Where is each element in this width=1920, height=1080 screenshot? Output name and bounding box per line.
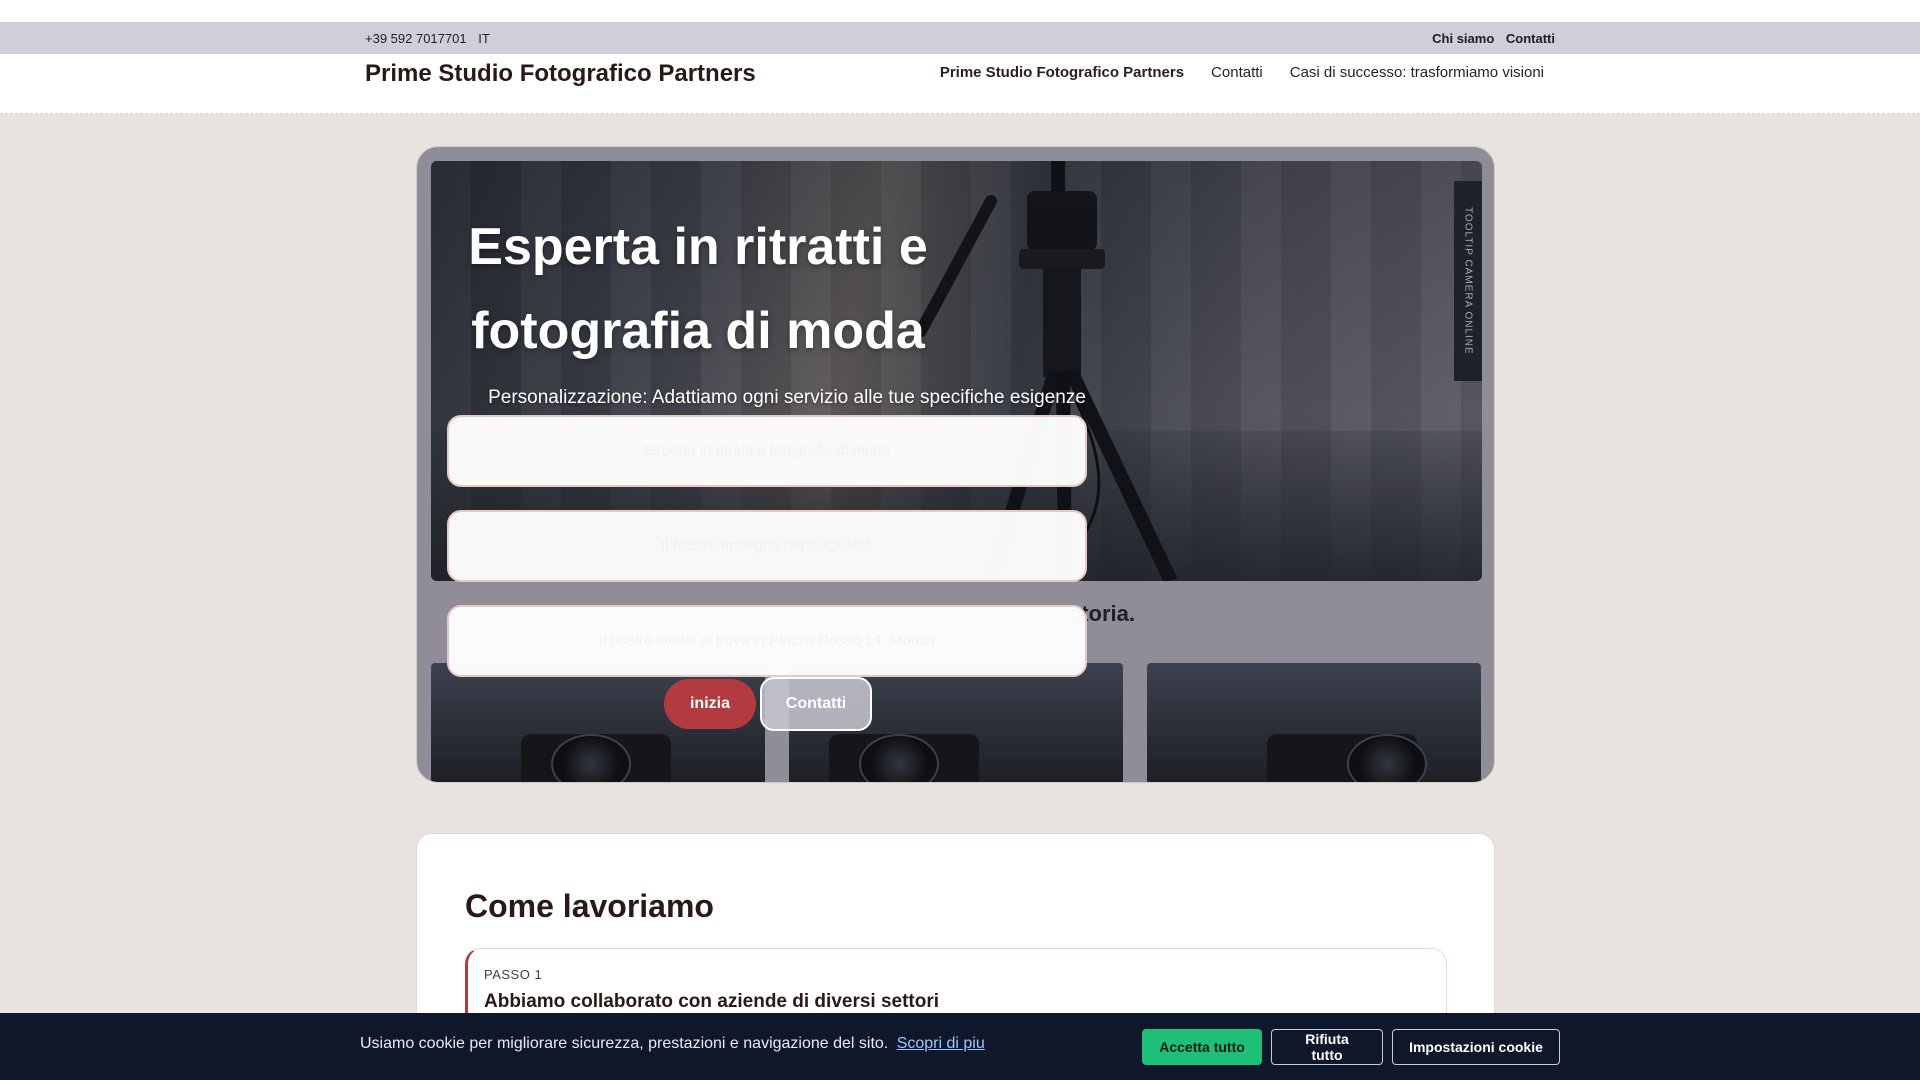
reject-all-button[interactable]: Rifiuta tutto bbox=[1271, 1029, 1383, 1065]
cookie-learn-more-link[interactable]: Scopri di piu bbox=[897, 1035, 985, 1052]
nav-item-casi-di-successo[interactable]: Casi di successo: trasformiamo visioni bbox=[1290, 64, 1544, 81]
top-link-contatti[interactable]: Contatti bbox=[1506, 31, 1555, 46]
step-title: Abbiamo collaborato con aziende di diver… bbox=[484, 991, 940, 1012]
top-bar-contact: +39 592 7017701 IT bbox=[365, 31, 498, 46]
site-header: Prime Studio Fotografico Partners Prime … bbox=[0, 54, 1920, 114]
site-brand[interactable]: Prime Studio Fotografico Partners bbox=[365, 60, 756, 88]
hero-field-1[interactable]: Esperta in ritratti e fotografia di moda bbox=[447, 415, 1087, 487]
nav-item-home[interactable]: Prime Studio Fotografico Partners bbox=[940, 64, 1184, 81]
start-button[interactable]: inizia bbox=[664, 679, 756, 729]
image-badge: TOOLTIP CAMERA ONLINE bbox=[1454, 181, 1482, 381]
hero-subtitle: Personalizzazione: Adattiamo ogni serviz… bbox=[488, 387, 1086, 408]
hero-title: Esperta in ritratti e fotografia di moda bbox=[468, 218, 928, 360]
cookie-actions: Accetta tutto Rifiuta tutto Impostazioni… bbox=[1142, 1029, 1560, 1065]
contact-button[interactable]: Contatti bbox=[760, 677, 872, 731]
cookie-banner: Usiamo cookie per migliorare sicurezza, … bbox=[0, 1013, 1920, 1080]
cookie-settings-button[interactable]: Impostazioni cookie bbox=[1392, 1029, 1560, 1065]
top-link-chi-siamo[interactable]: Chi siamo bbox=[1432, 31, 1494, 46]
section-title: Come lavoriamo bbox=[465, 888, 714, 924]
accept-all-button[interactable]: Accetta tutto bbox=[1142, 1029, 1262, 1065]
gallery-image-3 bbox=[1147, 663, 1481, 782]
hero-section: TOOLTIP CAMERA ONLINE storia. Esperta in… bbox=[416, 146, 1495, 783]
nav-item-contatti[interactable]: Contatti bbox=[1211, 64, 1263, 81]
hero-field-3[interactable]: Il nostro studio si trova in Piazza Ross… bbox=[447, 605, 1087, 677]
top-bar: +39 592 7017701 IT Chi siamo Contatti bbox=[0, 22, 1920, 54]
top-spacer bbox=[0, 0, 1920, 22]
hero-field-2[interactable]: Il Nostro Impegno per la Qualità bbox=[447, 510, 1087, 582]
top-bar-links: Chi siamo Contatti bbox=[1424, 31, 1555, 46]
cookie-message: Usiamo cookie per migliorare sicurezza, … bbox=[360, 1035, 889, 1052]
main-nav: Prime Studio Fotografico Partners Contat… bbox=[940, 64, 1544, 81]
language-selector[interactable]: IT bbox=[478, 31, 490, 46]
step-label: PASSO 1 bbox=[484, 967, 543, 982]
phone-number[interactable]: +39 592 7017701 bbox=[365, 31, 467, 46]
cookie-message-wrap: Usiamo cookie per migliorare sicurezza, … bbox=[360, 1035, 985, 1053]
